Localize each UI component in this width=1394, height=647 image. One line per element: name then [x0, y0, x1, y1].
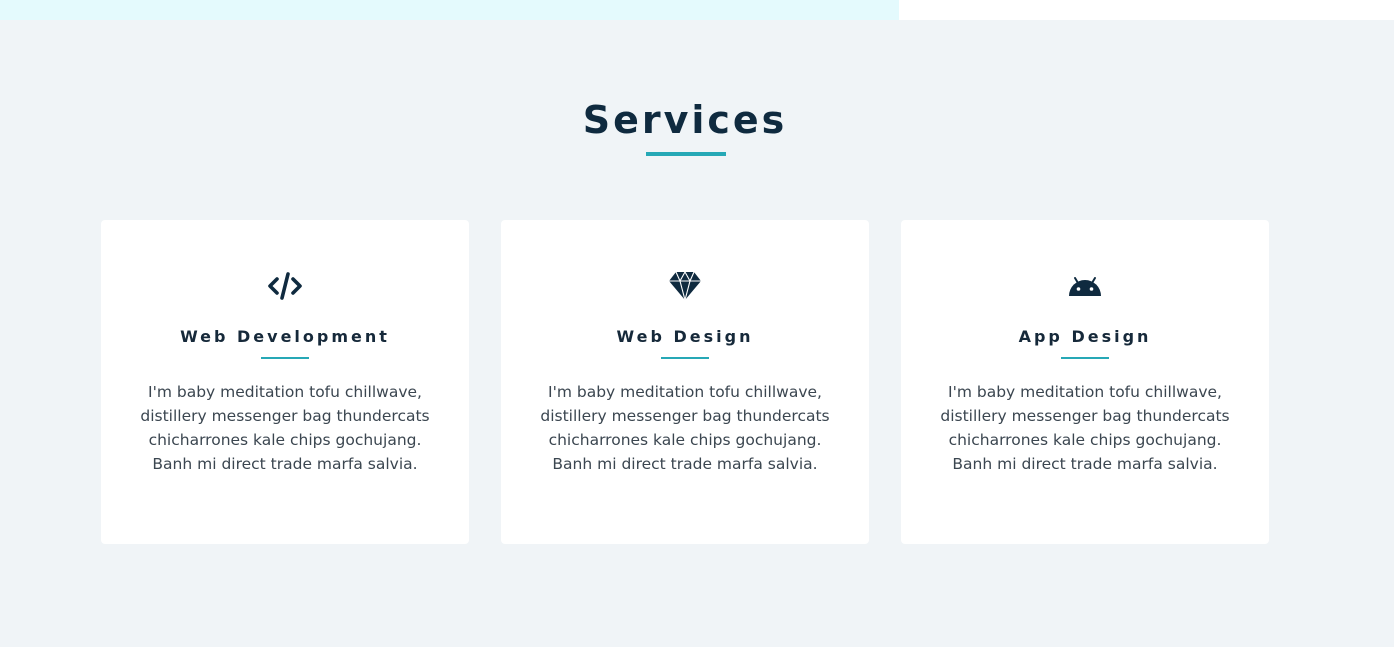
- code-icon: [101, 266, 469, 306]
- service-description: I'm baby meditation tofu chillwave, dist…: [140, 383, 430, 473]
- service-title-underline: [661, 357, 709, 359]
- service-card-web-design: Web Design I'm baby meditation tofu chil…: [501, 220, 869, 544]
- service-title-underline: [261, 357, 309, 359]
- top-strip: [0, 0, 1394, 20]
- title-underline: [646, 152, 726, 156]
- service-title-underline: [1061, 357, 1109, 359]
- diamond-icon: [501, 266, 869, 306]
- service-title: App Design: [1018, 327, 1152, 346]
- service-title: Web Design: [616, 327, 754, 346]
- service-description: I'm baby meditation tofu chillwave, dist…: [940, 383, 1230, 473]
- android-icon: [901, 266, 1269, 306]
- service-title: Web Development: [180, 327, 390, 346]
- top-strip-tint: [0, 0, 899, 20]
- service-card-app-design: App Design I'm baby meditation tofu chil…: [901, 220, 1269, 544]
- service-description: I'm baby meditation tofu chillwave, dist…: [540, 383, 830, 473]
- services-cards: Web Development I'm baby meditation tofu…: [101, 220, 1269, 544]
- section-title: Services: [582, 98, 788, 142]
- service-card-web-development: Web Development I'm baby meditation tofu…: [101, 220, 469, 544]
